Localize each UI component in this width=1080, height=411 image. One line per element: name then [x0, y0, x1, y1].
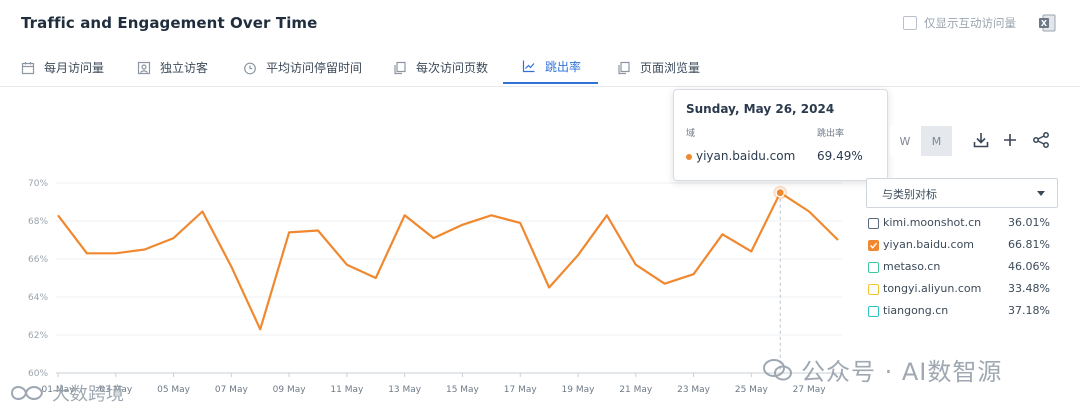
tab-label: 每次访问页数 [416, 61, 489, 75]
tab-label: 每月访问量 [44, 61, 105, 75]
share-icon[interactable] [1032, 131, 1050, 149]
user-icon [137, 61, 151, 74]
y-tick-label: 64% [28, 293, 48, 303]
tab-page-views[interactable]: 页面浏览量 [617, 50, 700, 85]
x-tick-label: 21 May [619, 385, 653, 395]
x-tick-label: 13 May [388, 385, 422, 395]
chart-tooltip: Sunday, May 26, 2024 域 跳出率 yiyan.baidu.c… [673, 89, 888, 181]
excel-export-icon[interactable]: X [1037, 13, 1057, 33]
checkbox-icon[interactable] [868, 218, 879, 229]
watermark-right: 公众号 · AI数智源 [763, 352, 1002, 387]
tab-label: 独立访客 [160, 61, 209, 75]
calendar-icon [21, 61, 35, 74]
granularity-month-button[interactable]: M [921, 126, 952, 156]
legend-domain: yiyan.baidu.com [883, 238, 975, 251]
series-line-yiyan [57, 191, 839, 331]
metric-tabs: 每月访问量 独立访客 平均访问停留时间 每次访问页数 跳出率 页面浏览量 [0, 50, 1080, 87]
checkbox-icon[interactable] [868, 284, 879, 295]
watermark-left: 大数跨境 [8, 380, 124, 406]
watermark-right-text: 公众号 · AI数智源 [801, 358, 1003, 386]
tooltip-domain: yiyan.baidu.com [696, 149, 796, 163]
legend-value: 33.48% [1008, 282, 1050, 295]
page-title: Traffic and Engagement Over Time [21, 14, 318, 32]
compare-label: 与类别对标 [882, 188, 937, 201]
x-tick-label: 17 May [504, 385, 538, 395]
only-interactive-checkbox[interactable] [903, 16, 917, 30]
compare-category-dropdown[interactable]: 与类别对标 [866, 178, 1058, 208]
tooltip-date: Sunday, May 26, 2024 [686, 102, 835, 116]
legend-item[interactable]: tiangong.cn 37.18% [868, 303, 1058, 321]
bounce-icon [522, 60, 535, 73]
tab-unique-visitors[interactable]: 独立访客 [137, 50, 208, 85]
legend-item[interactable]: kimi.moonshot.cn 36.01% [868, 215, 1058, 233]
y-tick-label: 66% [28, 255, 48, 265]
tab-bounce-rate[interactable]: 跳出率 [503, 50, 598, 84]
x-tick-label: 19 May [562, 385, 596, 395]
granularity-week-button[interactable]: W [890, 126, 920, 156]
tooltip-domain-header: 域 [686, 129, 696, 139]
legend-domain: tiangong.cn [883, 304, 949, 317]
legend-item[interactable]: yiyan.baidu.com 66.81% [868, 237, 1058, 255]
legend-item[interactable]: metaso.cn 46.06% [868, 259, 1058, 277]
svg-text:X: X [1041, 19, 1048, 28]
y-tick-label: 68% [28, 217, 48, 227]
tab-monthly-visits[interactable]: 每月访问量 [21, 50, 104, 85]
chevron-down-icon [1037, 191, 1045, 196]
y-tick-label: 62% [28, 331, 48, 341]
tooltip-value: 69.49% [817, 149, 863, 163]
tab-label: 跳出率 [545, 59, 582, 74]
plus-icon[interactable] [1001, 131, 1019, 149]
checkbox-checked-icon[interactable] [868, 240, 879, 251]
clock-icon [244, 62, 256, 74]
download-icon[interactable] [972, 131, 990, 149]
highlight-point [775, 188, 785, 198]
x-tick-label: 15 May [446, 385, 480, 395]
legend-value: 66.81% [1008, 238, 1050, 251]
only-interactive-label[interactable]: 仅显示互动访问量 [924, 15, 1016, 31]
pages-icon [618, 61, 630, 74]
legend-domain: metaso.cn [883, 260, 941, 273]
x-tick-label: 23 May [677, 385, 711, 395]
tab-label: 平均访问停留时间 [266, 61, 363, 75]
x-tick-label: 09 May [273, 385, 307, 395]
pages-icon [394, 61, 406, 74]
checkbox-icon[interactable] [868, 262, 879, 273]
legend-domain: tongyi.aliyun.com [883, 282, 982, 295]
x-tick-label: 05 May [157, 385, 191, 395]
tab-pages-per-visit[interactable]: 每次访问页数 [393, 50, 488, 85]
y-tick-label: 60% [28, 369, 48, 379]
legend-value: 36.01% [1008, 216, 1050, 229]
legend-value: 37.18% [1008, 304, 1050, 317]
x-tick-label: 11 May [330, 385, 364, 395]
legend-domain: kimi.moonshot.cn [883, 216, 982, 229]
y-tick-label: 70% [28, 179, 48, 189]
tooltip-metric-header: 跳出率 [817, 129, 845, 139]
wechat-icon [763, 358, 792, 380]
brand-logo-icon [10, 386, 44, 400]
checkbox-icon[interactable] [868, 306, 879, 317]
tooltip-series-dot [686, 154, 692, 160]
tab-avg-visit-duration[interactable]: 平均访问停留时间 [243, 50, 362, 85]
watermark-left-text: 大数跨境 [52, 384, 124, 405]
legend-value: 46.06% [1008, 260, 1050, 273]
tab-label: 页面浏览量 [640, 61, 701, 75]
legend-item[interactable]: tongyi.aliyun.com 33.48% [868, 281, 1058, 299]
x-tick-label: 07 May [215, 385, 249, 395]
